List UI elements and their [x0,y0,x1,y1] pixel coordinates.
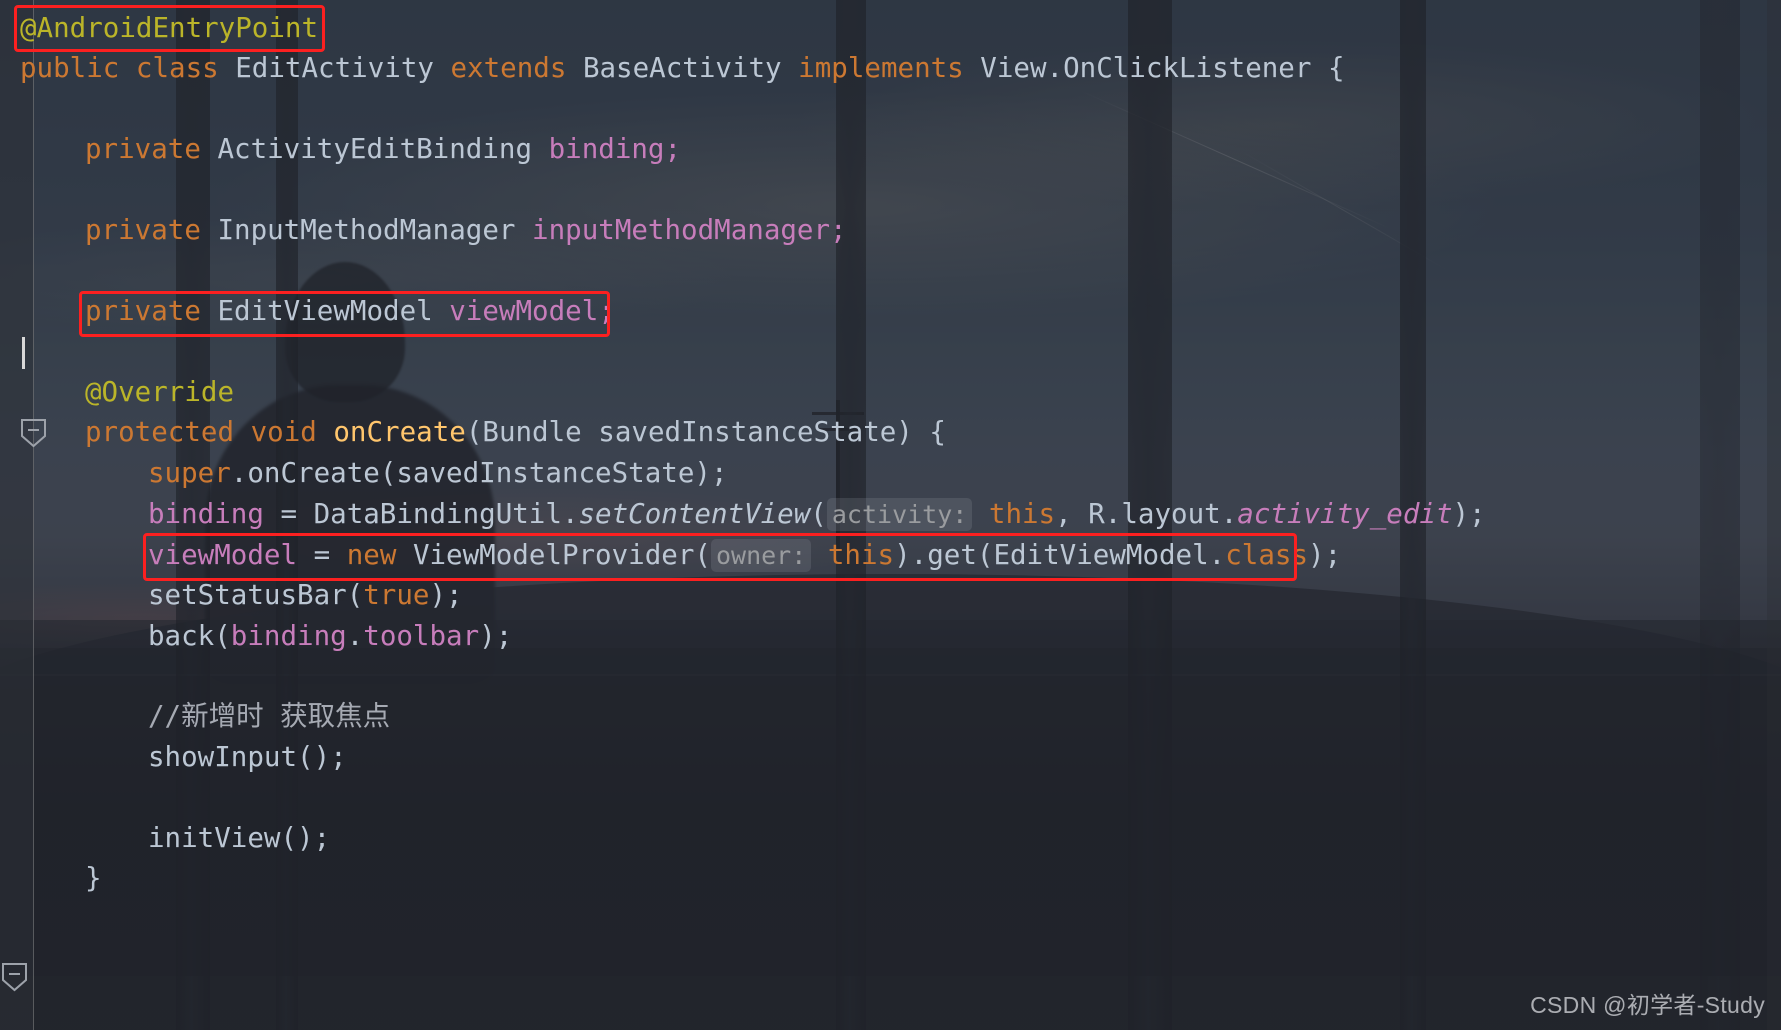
code-token: class [135,52,236,84]
code-token: (); [280,822,331,854]
code-token: ( [214,620,231,652]
editor-window: @AndroidEntryPoint public class EditActiv… [0,0,1781,1030]
code-line[interactable]: binding = DataBindingUtil.setContentView… [148,494,1486,534]
code-line[interactable]: @Override [85,372,234,412]
code-token: super [148,457,231,489]
code-token: binding [230,620,347,652]
code-token: DataBindingUtil [313,498,562,530]
code-token: View.OnClickListener { [980,52,1345,84]
parameter-hint-badge: owner: [710,539,812,572]
code-line[interactable]: private InputMethodManager inputMethodMa… [85,210,847,250]
code-token: viewModel [148,539,314,571]
code-line[interactable]: showInput(); [148,737,347,777]
code-token: //新增时 获取焦点 [148,700,391,732]
editor-gutter[interactable] [0,0,34,1030]
watermark-label: CSDN @初学者-Study [1530,992,1765,1018]
code-token: EditViewModel [217,295,450,327]
code-token: binding [148,498,281,530]
code-token: ( [810,498,827,530]
code-token: back [148,620,215,652]
code-token: implements [798,52,981,84]
code-token: toolbar [363,620,480,652]
code-token: = [313,539,347,571]
code-line[interactable]: viewModel = new ViewModelProvider(owner:… [148,535,1341,575]
code-token: activity_edit [1237,498,1453,530]
code-token: @AndroidEntryPoint [20,12,319,44]
code-line[interactable]: back(binding.toolbar); [148,616,512,656]
code-token: } [85,862,102,894]
code-token: (); [297,741,347,773]
code-token: R.layout. [1088,498,1238,530]
code-token: ( [379,457,397,489]
gutter-divider [33,0,34,1030]
code-token: ); [429,579,463,611]
code-token: get [927,539,977,571]
code-token: ); [1308,539,1342,571]
code-line[interactable]: @AndroidEntryPoint [20,8,318,48]
code-token: . [230,457,248,489]
code-line[interactable]: initView(); [148,818,330,858]
fold-collapse-icon[interactable] [20,418,47,448]
code-token: EditViewModel. [993,539,1226,571]
code-token: this [811,539,895,571]
parameter-hint-badge: activity: [826,498,973,531]
code-token: ( [976,539,994,571]
code-token: @Override [85,376,235,408]
code-line[interactable]: //新增时 获取焦点 [148,696,390,736]
code-token: ); [479,620,513,652]
code-token: ViewModelProvider [412,539,695,571]
code-token: EditActivity [235,52,451,84]
code-token: ); [694,457,728,489]
code-token: extends [450,52,583,84]
fold-collapse-icon[interactable] [1,962,28,992]
code-token: binding; [548,133,682,165]
code-token: BaseActivity [582,52,799,84]
code-token: viewModel; [449,295,615,327]
code-token: private [85,214,218,246]
code-token: InputMethodManager [217,214,533,246]
code-token: ); [1452,498,1486,530]
code-token: new [346,539,413,571]
code-token: . [346,620,364,652]
code-token: public [20,52,136,84]
code-token: protected [85,416,251,448]
code-line[interactable]: } [85,858,102,898]
code-token: private [85,295,218,327]
scrollbar-marker-strip[interactable] [1767,0,1781,1030]
code-token: ). [894,539,928,571]
code-line[interactable]: super.onCreate(savedInstanceState); [148,453,728,493]
code-line[interactable]: private ActivityEditBinding binding; [85,129,681,169]
code-token: . [561,498,579,530]
code-token: initView [148,822,281,854]
text-caret [22,337,25,369]
code-token: ActivityEditBinding [217,133,549,165]
code-token: onCreate [333,416,466,448]
code-token: showInput [148,741,298,773]
code-token: class [1225,539,1309,571]
code-token: Bundle savedInstanceState) { [482,416,946,448]
code-token: = [280,498,314,530]
code-line[interactable]: protected void onCreate(Bundle savedInst… [85,412,946,452]
code-token: ( [465,416,483,448]
code-token: setStatusBar [148,579,347,611]
code-line[interactable]: private EditViewModel viewModel; [85,291,615,331]
code-token: private [85,133,218,165]
code-token: true [363,579,430,611]
code-token: ( [694,539,711,571]
code-token: savedInstanceState [396,457,695,489]
code-token: ( [346,579,364,611]
code-token: inputMethodManager; [532,214,847,246]
code-token: onCreate [247,457,380,489]
code-token: , [1055,498,1089,530]
code-line[interactable]: public class EditActivity extends BaseAc… [20,48,1345,88]
code-token: void [250,416,334,448]
code-token: this [972,498,1056,530]
code-line[interactable]: setStatusBar(true); [148,575,463,615]
code-token: setContentView [578,498,811,530]
